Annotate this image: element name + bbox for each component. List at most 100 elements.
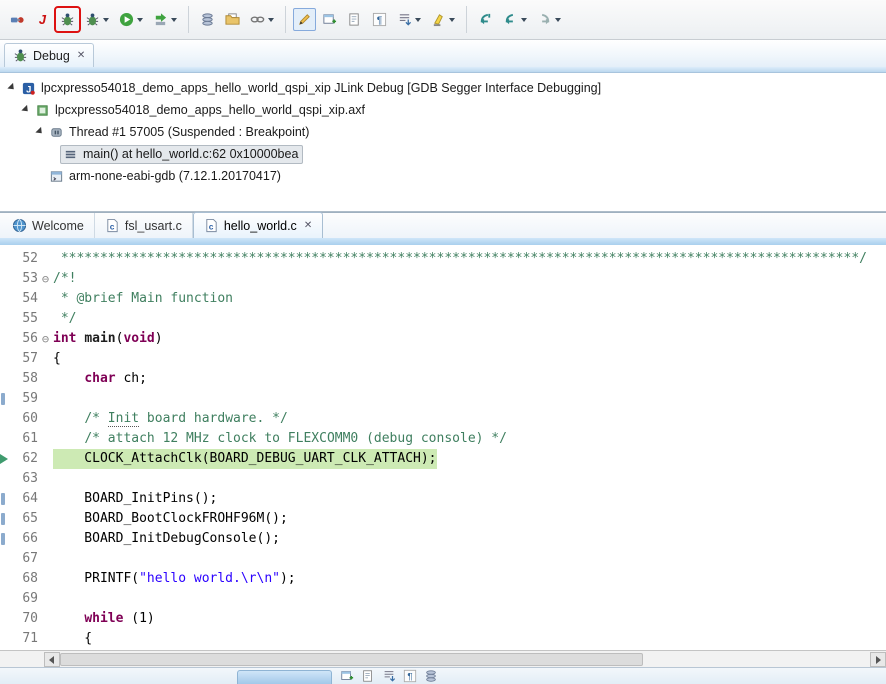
debug-button[interactable] (56, 8, 79, 31)
code-text: PRINTF("hello world.\r\n"); (53, 569, 886, 589)
scroll-right-icon[interactable] (870, 652, 886, 667)
new-window-button[interactable] (318, 8, 341, 31)
fold-minus-icon[interactable]: ⊖ (38, 269, 53, 289)
coins-icon (200, 12, 215, 27)
tree-node[interactable]: arm-none-eabi-gdb (7.12.1.20170417) (46, 167, 286, 186)
annotations-button-dropdown-icon[interactable] (415, 18, 421, 22)
connect-target-button-dropdown-icon[interactable] (268, 18, 274, 22)
annotations-button[interactable] (393, 8, 425, 31)
probe-icon (10, 12, 25, 27)
forward-button-dropdown-icon[interactable] (555, 18, 561, 22)
editor-tab-welcome[interactable]: Welcome (2, 213, 95, 238)
window-icon[interactable] (340, 669, 354, 683)
pencil-button[interactable] (293, 8, 316, 31)
annotation-ruler[interactable] (0, 349, 10, 369)
code-text: ****************************************… (53, 249, 886, 269)
bug-icon (85, 12, 100, 27)
scroll-thumb[interactable] (60, 653, 643, 666)
svg-text:J: J (26, 84, 31, 94)
flash-program-button[interactable] (196, 8, 219, 31)
annotation-ruler[interactable] (0, 489, 10, 509)
doc-icon (347, 12, 362, 27)
annotation-ruler[interactable] (0, 549, 10, 569)
annotation-ruler[interactable] (0, 289, 10, 309)
line-number: 53 (10, 269, 38, 289)
jlink-flash-button[interactable]: J (31, 8, 54, 31)
connect-target-button[interactable] (246, 8, 278, 31)
layers-icon[interactable] (424, 669, 438, 683)
external-tools-button-dropdown-icon[interactable] (171, 18, 177, 22)
annotation-ruler[interactable] (0, 249, 10, 269)
code-text: /*! (53, 269, 886, 289)
horizontal-scrollbar[interactable] (0, 650, 886, 667)
tab-close-icon[interactable]: ✕ (304, 221, 312, 231)
svg-text:J: J (39, 12, 47, 27)
bottom-view-strip: ¶ (0, 667, 886, 684)
code-line: 71 { (0, 629, 886, 649)
debug-view-tab-close-icon[interactable]: ✕ (77, 51, 85, 61)
show-whitespace-button[interactable]: ¶ (368, 8, 391, 31)
tree-row[interactable]: lpcxpresso54018_demo_apps_hello_world_qs… (0, 99, 886, 121)
annotation-ruler[interactable] (0, 269, 10, 289)
code-line: 59 (0, 389, 886, 409)
debug-probe-button[interactable] (6, 8, 29, 31)
tree-row[interactable]: Thread #1 57005 (Suspended : Breakpoint) (0, 121, 886, 143)
code-text: * @brief Main function (53, 289, 886, 309)
back-button[interactable] (499, 8, 531, 31)
thread-icon (49, 125, 64, 140)
annotation-ruler[interactable] (0, 629, 10, 649)
pilcrow-icon[interactable]: ¶ (403, 669, 417, 683)
bottom-tab-fragment[interactable] (237, 670, 332, 684)
back-button-dropdown-icon[interactable] (521, 18, 527, 22)
expander-icon[interactable] (34, 121, 46, 143)
tree-row[interactable]: Jlpcxpresso54018_demo_apps_hello_world_q… (0, 77, 886, 99)
scroll-track[interactable] (60, 652, 870, 667)
annotation-ruler[interactable] (0, 389, 10, 409)
tree-node-label: lpcxpresso54018_demo_apps_hello_world_qs… (41, 81, 601, 95)
annotation-ruler[interactable] (0, 429, 10, 449)
list-icon[interactable] (361, 669, 375, 683)
forward-button[interactable] (533, 8, 565, 31)
annotation-ruler[interactable] (0, 589, 10, 609)
annotation-ruler[interactable] (0, 509, 10, 529)
debug-history-button-dropdown-icon[interactable] (103, 18, 109, 22)
annotation-ruler[interactable] (0, 469, 10, 489)
tree-node[interactable]: Thread #1 57005 (Suspended : Breakpoint) (46, 123, 314, 142)
marker-button[interactable] (427, 8, 459, 31)
tree-row[interactable]: arm-none-eabi-gdb (7.12.1.20170417) (0, 165, 886, 187)
annotation-ruler[interactable] (0, 329, 10, 349)
expander-icon[interactable] (6, 77, 18, 99)
debug-history-button[interactable] (81, 8, 113, 31)
run-button[interactable] (115, 8, 147, 31)
external-tools-button[interactable] (149, 8, 181, 31)
editor-tab-hello-world-c[interactable]: chello_world.c✕ (193, 212, 323, 238)
code-area[interactable]: 52 *************************************… (0, 245, 886, 650)
arrow-down-icon[interactable] (382, 669, 396, 683)
annotation-ruler[interactable] (0, 529, 10, 549)
annotation-ruler[interactable] (0, 609, 10, 629)
marker-button-dropdown-icon[interactable] (449, 18, 455, 22)
change-mark (1, 393, 5, 405)
annotation-ruler[interactable] (0, 449, 10, 469)
debug-view-tab[interactable]: Debug ✕ (4, 43, 94, 67)
tree-node[interactable]: Jlpcxpresso54018_demo_apps_hello_world_q… (18, 79, 606, 98)
fold-column (38, 389, 53, 409)
jlink-icon: J (35, 12, 50, 27)
show-editor-button[interactable] (343, 8, 366, 31)
open-folder-button[interactable] (221, 8, 244, 31)
annotation-ruler[interactable] (0, 369, 10, 389)
fold-minus-icon[interactable]: ⊖ (38, 329, 53, 349)
tree-node[interactable]: lpcxpresso54018_demo_apps_hello_world_qs… (32, 101, 370, 120)
line-number: 71 (10, 629, 38, 649)
tree-row[interactable]: main() at hello_world.c:62 0x10000bea (0, 143, 886, 165)
editor-tab-fsl-usart-c[interactable]: cfsl_usart.c (95, 213, 193, 238)
tree-node[interactable]: main() at hello_world.c:62 0x10000bea (60, 145, 303, 164)
last-edit-location-button[interactable] (474, 8, 497, 31)
code-line: 63 (0, 469, 886, 489)
expander-icon[interactable] (20, 99, 32, 121)
run-button-dropdown-icon[interactable] (137, 18, 143, 22)
annotation-ruler[interactable] (0, 569, 10, 589)
scroll-left-icon[interactable] (44, 652, 60, 667)
annotation-ruler[interactable] (0, 409, 10, 429)
annotation-ruler[interactable] (0, 309, 10, 329)
